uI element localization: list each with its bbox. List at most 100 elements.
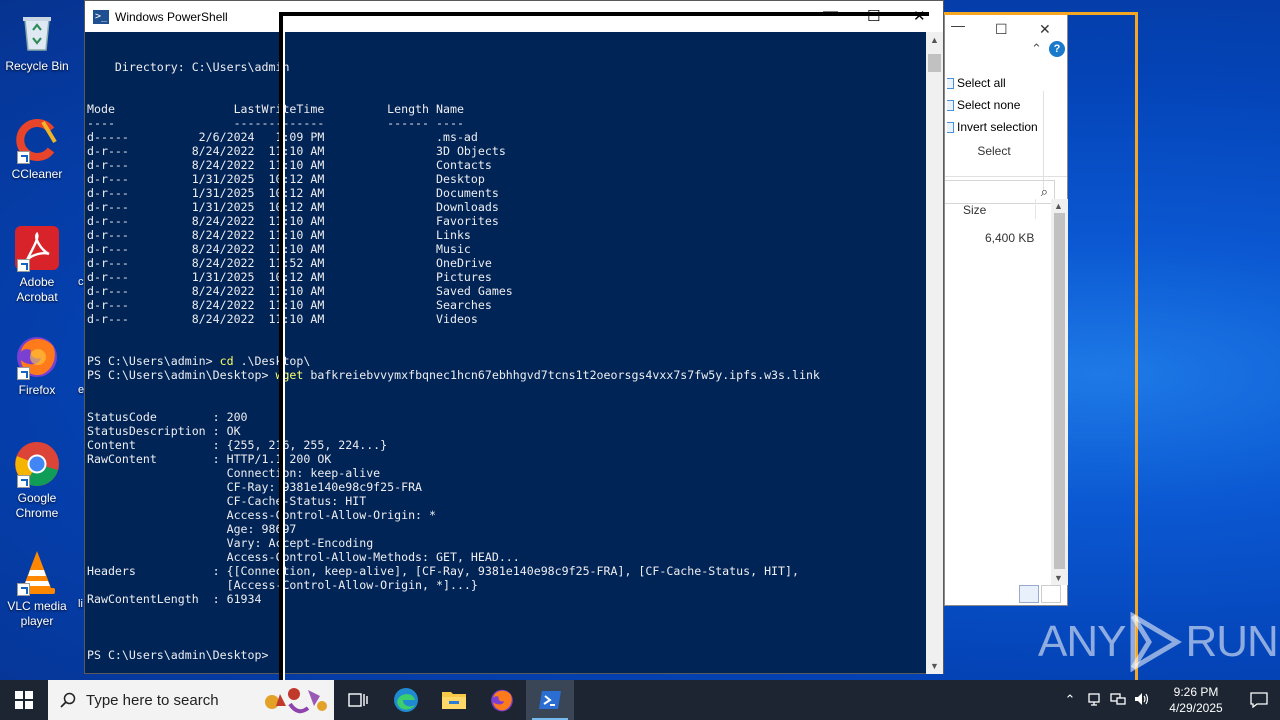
file-explorer-window[interactable]: ☐ ✕ — ⌃ ? Select all Select none Invert … [944, 14, 1068, 606]
firefox-icon [491, 689, 513, 712]
powershell-titlebar[interactable]: >_ Windows PowerShell — ☐ ✕ [85, 1, 943, 32]
desktop-icon-ccleaner[interactable]: CCleaner [4, 116, 70, 182]
explorer-scrollbar[interactable]: ▲ ▼ [1051, 199, 1068, 585]
anyrun-watermark: ANY RUN [1038, 612, 1279, 672]
select-none-icon [947, 99, 954, 111]
play-logo-icon [1130, 612, 1183, 672]
console-output[interactable]: Directory: C:\Users\admin Mode LastWriteT… [87, 32, 927, 672]
taskbar-edge[interactable] [382, 680, 430, 720]
console-line: Access-Control-Allow-Origin: * [87, 508, 437, 522]
console-line: d-r--- 8/24/2022 11:10 AM Saved Games [87, 284, 513, 298]
scroll-down-icon[interactable]: ▼ [930, 661, 939, 671]
select-all-button[interactable]: Select all [947, 76, 1006, 90]
scroll-up-icon[interactable]: ▲ [930, 35, 939, 45]
column-divider [1035, 199, 1036, 219]
console-line: d-r--- 8/24/2022 11:10 AM Searches [87, 298, 492, 312]
desktop-icon-label: Firefox [18, 383, 56, 397]
task-view-icon [348, 693, 368, 707]
scroll-up-icon[interactable]: ▲ [1054, 201, 1063, 211]
desktop-icon-adobe-acrobat[interactable]: Adobe Acrobat [4, 224, 70, 305]
console-line: d-r--- 1/31/2025 10:12 AM Documents [87, 186, 499, 200]
powershell-window[interactable]: >_ Windows PowerShell — ☐ ✕ Directory: C… [84, 0, 944, 674]
desktop-icon-recycle-bin[interactable]: Recycle Bin [4, 8, 70, 74]
help-icon[interactable]: ? [1049, 41, 1065, 57]
notification-center-button[interactable] [1238, 692, 1280, 708]
scrollbar-thumb[interactable] [928, 54, 941, 72]
console-scrollbar[interactable]: ▲ ▼ [926, 32, 943, 674]
console-line: CF-Cache-Status: HIT [87, 494, 367, 508]
column-header-size[interactable]: Size [963, 203, 986, 217]
scrollbar-thumb[interactable] [1054, 213, 1065, 569]
minimize-icon[interactable]: — [823, 3, 838, 20]
taskbar-powershell[interactable] [526, 680, 574, 720]
minimize-icon[interactable]: — [951, 17, 965, 33]
maximize-icon[interactable]: ☐ [867, 7, 880, 25]
console-line: Connection: keep-alive [87, 466, 381, 480]
console-line: RawContent : HTTP/1.1 200 OK [87, 452, 332, 466]
console-line: Mode LastWriteTime Length Name [87, 102, 464, 116]
close-icon[interactable]: ✕ [913, 7, 926, 25]
console-line: Directory: C:\Users\admin [87, 60, 290, 74]
clock-date: 4/29/2025 [1169, 701, 1223, 715]
invert-selection-icon [947, 121, 954, 133]
close-icon[interactable]: ✕ [1039, 21, 1051, 38]
chevron-up-icon[interactable]: ⌃ [1031, 41, 1042, 57]
desktop-icon-label: Adobe Acrobat [16, 275, 58, 304]
select-all-icon [947, 77, 954, 89]
console-line: d-r--- 8/24/2022 11:10 AM 3D Objects [87, 144, 506, 158]
console-line: d-r--- 8/24/2022 11:10 AM Favorites [87, 214, 499, 228]
volume-icon[interactable] [1130, 692, 1154, 709]
start-button[interactable] [0, 680, 48, 720]
desktop-icon-google-chrome[interactable]: Google Chrome [4, 440, 70, 521]
clock[interactable]: 9:26 PM 4/29/2025 [1154, 684, 1238, 716]
taskbar-firefox[interactable] [478, 680, 526, 720]
task-view-button[interactable] [334, 680, 382, 720]
taskbar-file-explorer[interactable] [430, 680, 478, 720]
scroll-down-icon[interactable]: ▼ [1054, 573, 1063, 583]
taskbar-search-input[interactable]: Type here to search [48, 680, 334, 720]
console-line: Access-Control-Allow-Methods: GET, HEAD.… [87, 550, 520, 564]
console-line: [Access-Control-Allow-Origin, *]...} [87, 578, 478, 592]
console-line: d-r--- 1/31/2025 10:12 AM Downloads [87, 200, 499, 214]
search-highlight-illustration-icon [265, 688, 327, 714]
console-line: StatusCode : 200 [87, 410, 248, 424]
console-line: d-r--- 8/24/2022 11:52 AM OneDrive [87, 256, 492, 270]
console-line: d-r--- 8/24/2022 11:10 AM Videos [87, 312, 478, 326]
network-icon[interactable] [1106, 692, 1130, 709]
network-adapter-icon[interactable] [1082, 692, 1106, 709]
console-line: Content : {255, 216, 255, 224...} [87, 438, 388, 452]
console-line: d-r--- 8/24/2022 11:10 AM Music [87, 242, 471, 256]
desktop-icon-vlc[interactable]: VLC media player [4, 548, 70, 629]
console-line: Age: 98697 [87, 522, 297, 536]
console-line: d-r--- 8/24/2022 11:10 AM Contacts [87, 158, 492, 172]
windows-logo-icon [15, 691, 33, 709]
view-toggle [1019, 585, 1061, 603]
maximize-icon[interactable]: ☐ [995, 21, 1008, 38]
edge-icon [394, 688, 418, 712]
large-icons-view-icon[interactable] [1041, 585, 1061, 603]
notification-icon [1250, 692, 1268, 708]
select-none-button[interactable]: Select none [947, 98, 1020, 112]
details-view-icon[interactable] [1019, 585, 1039, 603]
explorer-titlebar[interactable]: ☐ ✕ — [945, 15, 1067, 45]
search-icon [60, 692, 76, 708]
stray-label-fragment: li [78, 598, 83, 610]
explorer-ribbon: ⌃ ? Select all Select none Invert select… [945, 41, 1067, 191]
invert-selection-button[interactable]: Invert selection [947, 120, 1038, 134]
desktop-icon-firefox[interactable]: Firefox [4, 332, 70, 398]
file-explorer-icon [442, 692, 466, 709]
ribbon-separator [1043, 91, 1044, 191]
console-line: ---- ------------- ------ ---- [87, 116, 464, 130]
chevron-up-icon[interactable]: ⌃ [1058, 692, 1082, 708]
file-size-cell: 6,400 KB [985, 231, 1035, 245]
explorer-search-input[interactable]: ⌕ [945, 180, 1055, 204]
